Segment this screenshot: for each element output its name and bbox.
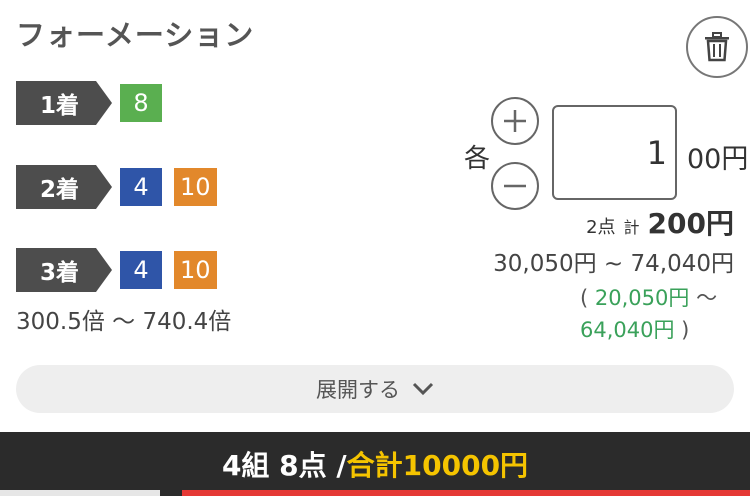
expand-button[interactable]: 展開する (16, 365, 734, 413)
minus-icon (504, 184, 526, 188)
horse-number-chip[interactable]: 10 (174, 168, 217, 206)
footer-right-button-edge[interactable] (182, 490, 750, 496)
chevron-down-icon (412, 382, 434, 396)
place-label-1: 1着 (16, 81, 112, 125)
footer-summary: 4組 8点 / (221, 449, 347, 482)
expand-label: 展開する (316, 378, 400, 402)
page-title: フォーメーション (16, 18, 255, 52)
plus-icon (504, 110, 526, 132)
points-count: 2点 (586, 217, 616, 238)
place-row-2: 2着 4 10 (16, 165, 229, 209)
bet-amount-input[interactable]: 1 (552, 105, 677, 200)
horse-number-chip[interactable]: 4 (120, 168, 162, 206)
horse-number-chip[interactable]: 4 (120, 251, 162, 289)
horse-number-chip[interactable]: 10 (174, 251, 217, 289)
profit-open: ( (580, 286, 589, 310)
decrement-button[interactable] (491, 162, 539, 210)
place-row-3: 3着 4 10 (16, 248, 229, 292)
profit-min: 20,050円 (594, 286, 690, 310)
place-row-1: 1着 8 (16, 81, 174, 125)
footer-gap (160, 490, 182, 496)
horse-number-chip[interactable]: 8 (120, 84, 162, 122)
footer-buttons-edge (0, 490, 750, 496)
footer-total: 合計10000円 (346, 449, 529, 482)
profit-close: ) (681, 318, 690, 342)
profit-max: 64,040円 (580, 318, 675, 342)
trash-icon (705, 32, 729, 62)
footer-summary-bar: 4組 8点 / 合計10000円 (0, 432, 750, 496)
odds-range: 300.5倍 〜 740.4倍 (16, 309, 232, 335)
amount-unit: 00円 (687, 144, 749, 175)
profit-range: ( 20,050円 〜 64,040円 ) (580, 282, 740, 346)
payout-range: 30,050円 ~ 74,040円 (493, 251, 734, 277)
total-label: 計 (623, 218, 640, 237)
total-value: 200円 (647, 207, 734, 240)
place-label-2: 2着 (16, 165, 112, 209)
profit-sep: 〜 (696, 286, 718, 310)
delete-button[interactable] (686, 16, 748, 78)
footer-left-button-edge[interactable] (0, 490, 160, 496)
each-label: 各 (464, 144, 491, 174)
points-total: 2点 計 200円 (586, 202, 734, 242)
place-label-3: 3着 (16, 248, 112, 292)
increment-button[interactable] (491, 97, 539, 145)
